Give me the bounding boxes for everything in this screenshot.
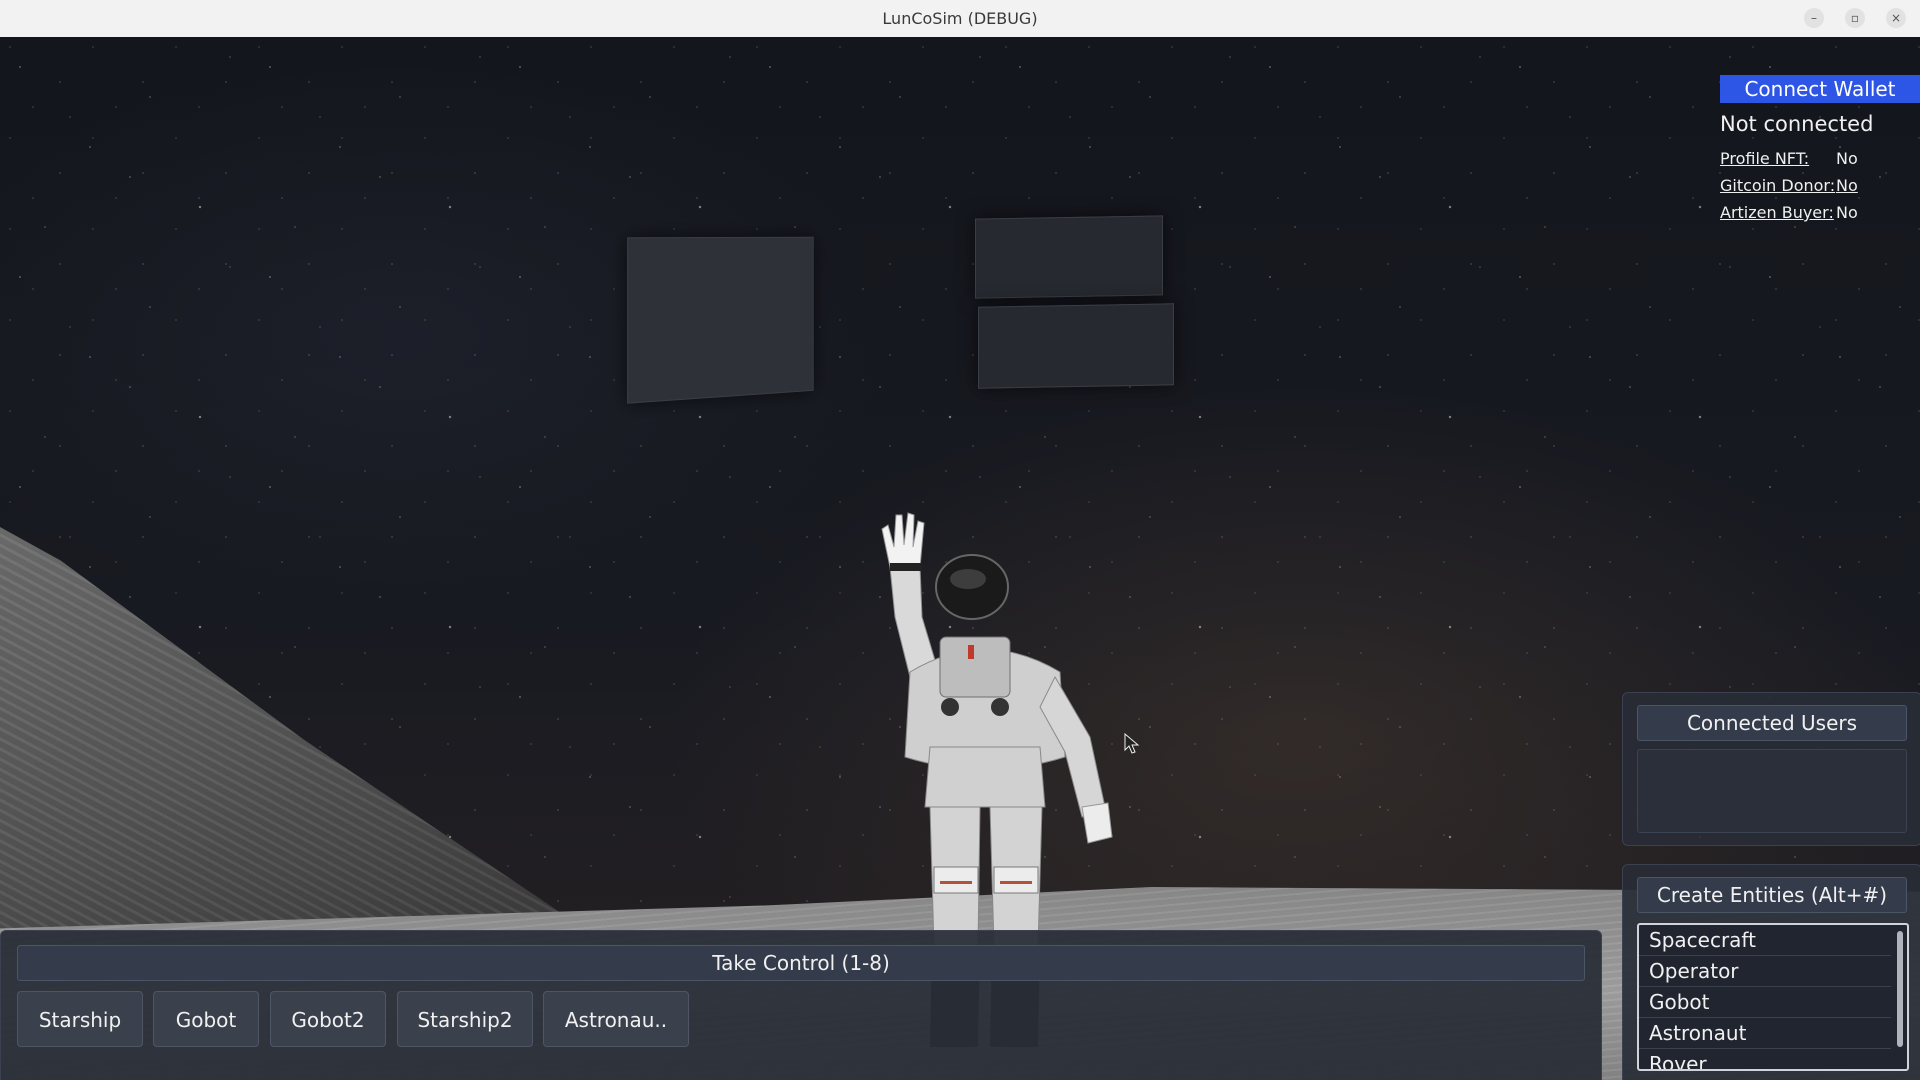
wallet-field-profile-nft: Profile NFT: No (1720, 149, 1858, 168)
connected-users-panel: Connected Users (1622, 692, 1920, 846)
entity-item-astronaut[interactable]: Astronaut (1639, 1018, 1891, 1049)
floating-panel-upper (975, 215, 1163, 299)
control-button-starship2[interactable]: Starship2 (397, 991, 533, 1047)
create-entities-panel: Create Entities (Alt+#) Spacecraft Opera… (1622, 864, 1920, 1080)
create-entities-header[interactable]: Create Entities (Alt+#) (1637, 877, 1907, 913)
entity-item-spacecraft[interactable]: Spacecraft (1639, 925, 1891, 956)
control-button-starship[interactable]: Starship (17, 991, 143, 1047)
maximize-icon[interactable]: ▫ (1845, 8, 1865, 28)
entity-item-operator[interactable]: Operator (1639, 956, 1891, 987)
wallet-field-label[interactable]: Artizen Buyer: (1720, 203, 1834, 222)
entity-item-rover[interactable]: Rover (1639, 1049, 1891, 1069)
close-icon[interactable]: × (1886, 8, 1906, 28)
control-button-gobot[interactable]: Gobot (153, 991, 259, 1047)
title-bar: LunCoSim (DEBUG) – ▫ × (0, 0, 1920, 38)
wallet-field-value: No (1836, 149, 1858, 168)
control-button-gobot2[interactable]: Gobot2 (270, 991, 386, 1047)
wallet-field-value[interactable]: No (1836, 176, 1858, 195)
connect-wallet-button[interactable]: Connect Wallet (1720, 75, 1920, 103)
wallet-field-value: No (1836, 203, 1858, 222)
wallet-field-label[interactable]: Gitcoin Donor: (1720, 176, 1835, 195)
take-control-header[interactable]: Take Control (1-8) (17, 945, 1585, 981)
entity-item-gobot[interactable]: Gobot (1639, 987, 1891, 1018)
wallet-field-gitcoin-donor: Gitcoin Donor: No (1720, 176, 1858, 195)
app-window: LunCoSim (DEBUG) – ▫ × Connect Wallet No… (0, 0, 1920, 1080)
connected-users-list[interactable] (1637, 749, 1907, 833)
entity-list-scrollbar[interactable] (1897, 931, 1903, 1047)
floating-screen-panel (627, 236, 814, 404)
connected-users-header[interactable]: Connected Users (1637, 705, 1907, 741)
take-control-panel: Take Control (1-8) Starship Gobot Gobot2… (0, 930, 1602, 1080)
wallet-status: Not connected (1720, 112, 1874, 136)
entity-list[interactable]: Spacecraft Operator Gobot Astronaut Rove… (1637, 923, 1909, 1071)
scene-viewport[interactable]: Connect Wallet Not connected Profile NFT… (0, 37, 1920, 1080)
floating-panel-lower (978, 303, 1174, 389)
control-button-astronaut[interactable]: Astronau.. (543, 991, 689, 1047)
mouse-pointer-icon (1124, 733, 1140, 754)
minimize-icon[interactable]: – (1804, 8, 1824, 28)
window-title: LunCoSim (DEBUG) (882, 9, 1038, 28)
wallet-field-artizen-buyer: Artizen Buyer: No (1720, 203, 1858, 222)
wallet-field-label[interactable]: Profile NFT: (1720, 149, 1809, 168)
